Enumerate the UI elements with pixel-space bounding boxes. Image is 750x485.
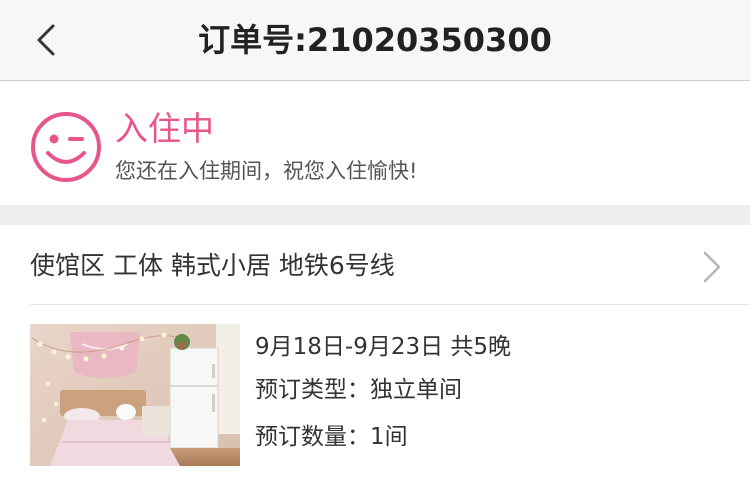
- booking-count: 预订数量：1间: [255, 422, 408, 452]
- nav-bar: 订单号:21020350300: [0, 0, 750, 81]
- chevron-right-icon: [703, 251, 721, 283]
- status-message: 您还在入住期间，祝您入住愉快!: [115, 159, 418, 183]
- stay-dates: 9月18日-9月23日 共5晚: [255, 334, 512, 360]
- divider: [30, 304, 750, 305]
- booking-count-value: 1间: [370, 424, 408, 450]
- booking-type-value: 独立单间: [370, 377, 462, 403]
- booking-type-label: 预订类型：: [255, 377, 370, 403]
- booking-type: 预订类型：独立单间: [255, 375, 462, 405]
- room-photo: [30, 324, 240, 466]
- page-title: 订单号:21020350300: [198, 21, 552, 59]
- smiley-wink-icon: [31, 112, 101, 182]
- section-gap: [0, 205, 750, 225]
- order-status-section: 入住中 您还在入住期间，祝您入住愉快!: [0, 81, 750, 205]
- hotel-name: 使馆区 工体 韩式小居 地铁6号线: [30, 251, 395, 280]
- hotel-link-row[interactable]: 使馆区 工体 韩式小居 地铁6号线: [0, 225, 750, 305]
- booking-count-label: 预订数量：: [255, 424, 370, 450]
- status-title: 入住中: [115, 109, 214, 148]
